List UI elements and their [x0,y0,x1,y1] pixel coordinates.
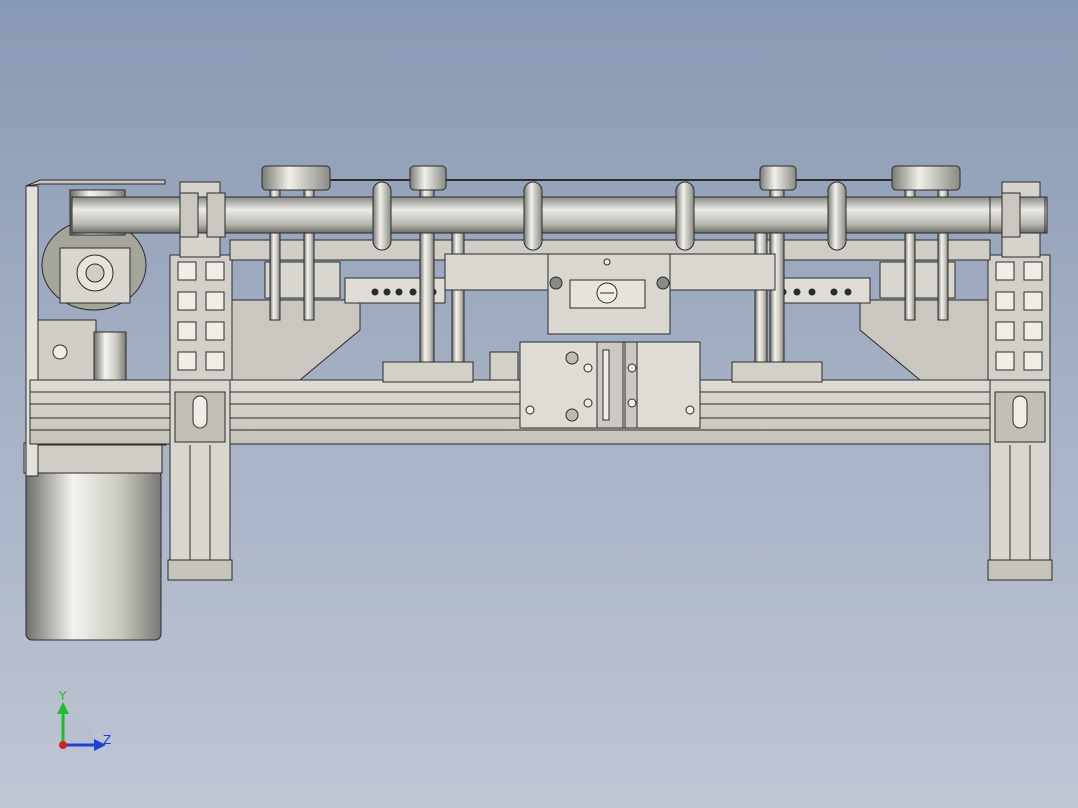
left-pad [382,361,474,383]
cad-viewport[interactable]: Y Z [0,0,1078,808]
assembly-drawing: Y Z [23,165,1053,751]
top-rollers [261,165,961,191]
left-leg [167,379,233,581]
left-profile [169,254,233,381]
right-pad [731,361,823,383]
orientation-triad: Y Z [57,689,111,751]
y-axis-label: Y [58,689,67,703]
z-axis-label: Z [103,733,111,747]
motor-can [25,469,162,641]
right-profile [987,254,1051,381]
x-axis-point [59,741,67,749]
right-leg [987,379,1053,581]
